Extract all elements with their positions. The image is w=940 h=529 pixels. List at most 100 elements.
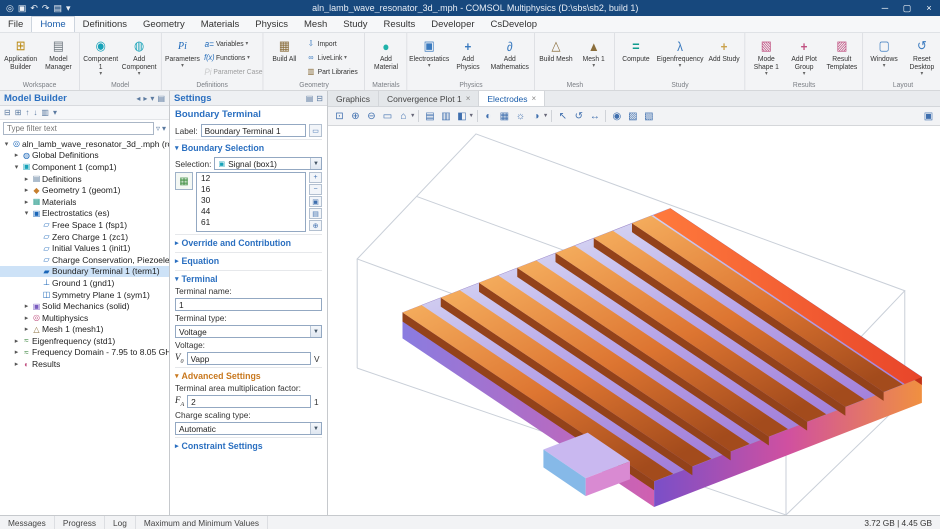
menu-item-study[interactable]: Study [335,16,375,32]
undo-icon[interactable]: ↶ [30,0,38,16]
close-tab-icon[interactable]: × [466,94,471,103]
back-icon[interactable]: ◂ [136,94,140,103]
move-up-icon[interactable]: ↑ [25,108,29,117]
tree-item-definitions[interactable]: ▸Definitions [0,173,169,185]
recent-files-icon[interactable]: ▤ [53,0,62,16]
menu-item-geometry[interactable]: Geometry [135,16,193,32]
ribbon-button-part-libraries[interactable]: Part Libraries [304,65,362,78]
tree-item-mesh-1-mesh1[interactable]: ▸Mesh 1 (mesh1) [0,324,169,336]
tab-electrodes[interactable]: Electrodes× [479,91,545,106]
menu-item-csdevelop[interactable]: CsDevelop [483,16,545,32]
expand-arrow-icon[interactable]: ▸ [12,151,21,159]
filter-caret-icon[interactable]: ▾ [162,124,166,133]
filter-funnel-icon[interactable]: ▿ [156,124,160,133]
label-input[interactable] [201,124,306,137]
expand-arrow-icon[interactable]: ▸ [22,175,31,183]
terminal-type-dropdown[interactable]: Voltage ▼ [175,325,322,338]
ribbon-button-functions[interactable]: Functions▾ [203,51,261,64]
close-tab-icon[interactable]: × [532,94,537,103]
expand-arrow-icon[interactable]: ▸ [22,198,31,206]
wireframe-rendering-icon[interactable]: ▦ [497,109,512,124]
collapse-arrow-icon[interactable]: ▾ [2,140,11,148]
go-to-default-view-icon[interactable]: ⌂ [396,109,411,124]
tree-item-zero-charge-1-zc1[interactable]: Zero Charge 1 (zc1) [0,231,169,243]
zoom-to-selection-icon[interactable]: ⊕ [309,220,322,231]
expand-arrow-icon[interactable]: ▸ [12,337,21,345]
tree-item-results[interactable]: ▸Results [0,358,169,370]
selection-active-toggle[interactable]: ▦ [175,172,193,190]
status-tab-messages[interactable]: Messages [0,516,55,529]
menu-item-results[interactable]: Results [376,16,424,32]
menu-item-definitions[interactable]: Definitions [75,16,135,32]
tree-item-materials[interactable]: ▸Materials [0,196,169,208]
view-xy-plane-icon[interactable]: ▤ [422,109,437,124]
menu-item-physics[interactable]: Physics [247,16,296,32]
expand-arrow-icon[interactable]: ▸ [12,360,21,368]
selection-dropdown[interactable]: ▣ Signal (box1) ▼ [214,157,322,170]
ribbon-button-result-templates[interactable]: Result Templates [824,35,860,79]
selection-entity-list[interactable]: 1216304461 [196,172,306,232]
tree-item-charge-conservation-piezoelectric-1-ccn1[interactable]: Charge Conservation, Piezoelectric 1 (cc… [0,254,169,266]
section-constraint-settings[interactable]: ▸ Constraint Settings [175,437,322,453]
ribbon-button-model-manager[interactable]: Model Manager [40,35,76,79]
ribbon-button-reset-desktop[interactable]: Reset Desktop▾ [904,35,940,79]
ribbon-button-add-material[interactable]: Add Material [368,35,404,79]
save-icon[interactable]: ▣ [18,0,27,16]
terminal-area-factor-input[interactable] [187,395,311,408]
ribbon-button-electrostatics[interactable]: Electrostatics▾ [410,35,448,79]
redo-icon[interactable]: ↷ [42,0,50,16]
ribbon-button-compute[interactable]: Compute [618,35,654,79]
remove-from-selection-icon[interactable]: − [309,184,322,195]
copy-selection-icon[interactable]: ▣ [309,196,322,207]
tab-graphics[interactable]: Graphics [328,91,379,106]
rotate-icon[interactable]: ↺ [571,109,586,124]
status-tab-progress[interactable]: Progress [55,516,105,529]
selection-entity[interactable]: 61 [197,217,305,228]
tree-item-boundary-terminal-1-term1[interactable]: Boundary Terminal 1 (term1) [0,266,169,278]
image-export-icon[interactable]: ▨ [625,109,640,124]
select-icon[interactable]: ↖ [555,109,570,124]
tree-item-global-definitions[interactable]: ▸Global Definitions [0,150,169,162]
environment-reflections-icon[interactable]: ◑ [529,109,544,124]
expand-menu-icon[interactable]: ▾ [150,94,154,103]
filter-input[interactable] [3,122,154,135]
transparency-icon[interactable]: ◐ [481,109,496,124]
pan-icon[interactable]: ↔ [587,109,602,124]
selection-entity[interactable]: 44 [197,206,305,217]
ribbon-button-mesh-1[interactable]: Mesh 1▾ [576,35,612,79]
expand-arrow-icon[interactable]: ▸ [22,302,31,310]
status-tab-maximum-and-minimum-values[interactable]: Maximum and Minimum Values [136,516,268,529]
section-boundary-selection[interactable]: ▾ Boundary Selection [175,139,322,155]
charge-scaling-dropdown[interactable]: Automatic ▼ [175,422,322,435]
paste-selection-icon[interactable]: ▤ [309,208,322,219]
zoom-box-icon[interactable]: ▭ [380,109,395,124]
tree-item-electrostatics-es[interactable]: ▾Electrostatics (es) [0,208,169,220]
status-tab-log[interactable]: Log [105,516,136,529]
sort-icon[interactable]: ▥ [41,108,49,117]
selection-entity[interactable]: 30 [197,195,305,206]
graphics-canvas[interactable] [328,126,940,515]
zoom-extents-icon[interactable]: ⊡ [332,109,347,124]
collapse-arrow-icon[interactable]: ▾ [12,163,21,171]
ribbon-button-application-builder[interactable]: Application Builder [3,35,39,79]
scene-light-icon[interactable]: ☼ [513,109,528,124]
ribbon-button-add-study[interactable]: Add Study [706,35,742,79]
ribbon-button-eigenfrequency[interactable]: Eigenfrequency▾ [656,35,705,79]
expand-arrow-icon[interactable]: ▸ [22,325,31,333]
selection-entity[interactable]: 12 [197,173,305,184]
ribbon-button-windows[interactable]: Windows▾ [866,35,902,79]
tree-item-ground-1-gnd1[interactable]: Ground 1 (gnd1) [0,277,169,289]
image-button-icon[interactable]: ▣ [921,109,936,124]
quick-access-caret-icon[interactable]: ▾ [66,0,71,16]
view-yz-plane-icon[interactable]: ▥ [438,109,453,124]
close-button[interactable]: × [918,0,940,16]
snapshot-icon[interactable]: ◉ [609,109,624,124]
collapse-sections-icon[interactable]: ⊟ [316,94,323,103]
menu-item-home[interactable]: Home [31,16,74,32]
tree-item-symmetry-plane-1-sym1[interactable]: Symmetry Plane 1 (sym1) [0,289,169,301]
tree-item-eigenfrequency-std1[interactable]: ▸Eigenfrequency (std1) [0,335,169,347]
tree-item-geometry-1-geom1[interactable]: ▸Geometry 1 (geom1) [0,184,169,196]
ribbon-button-add-physics[interactable]: Add Physics [450,35,486,79]
settings-menu-icon[interactable]: ▤ [306,94,314,103]
ribbon-button-add-plot-group[interactable]: Add Plot Group▾ [786,35,822,79]
